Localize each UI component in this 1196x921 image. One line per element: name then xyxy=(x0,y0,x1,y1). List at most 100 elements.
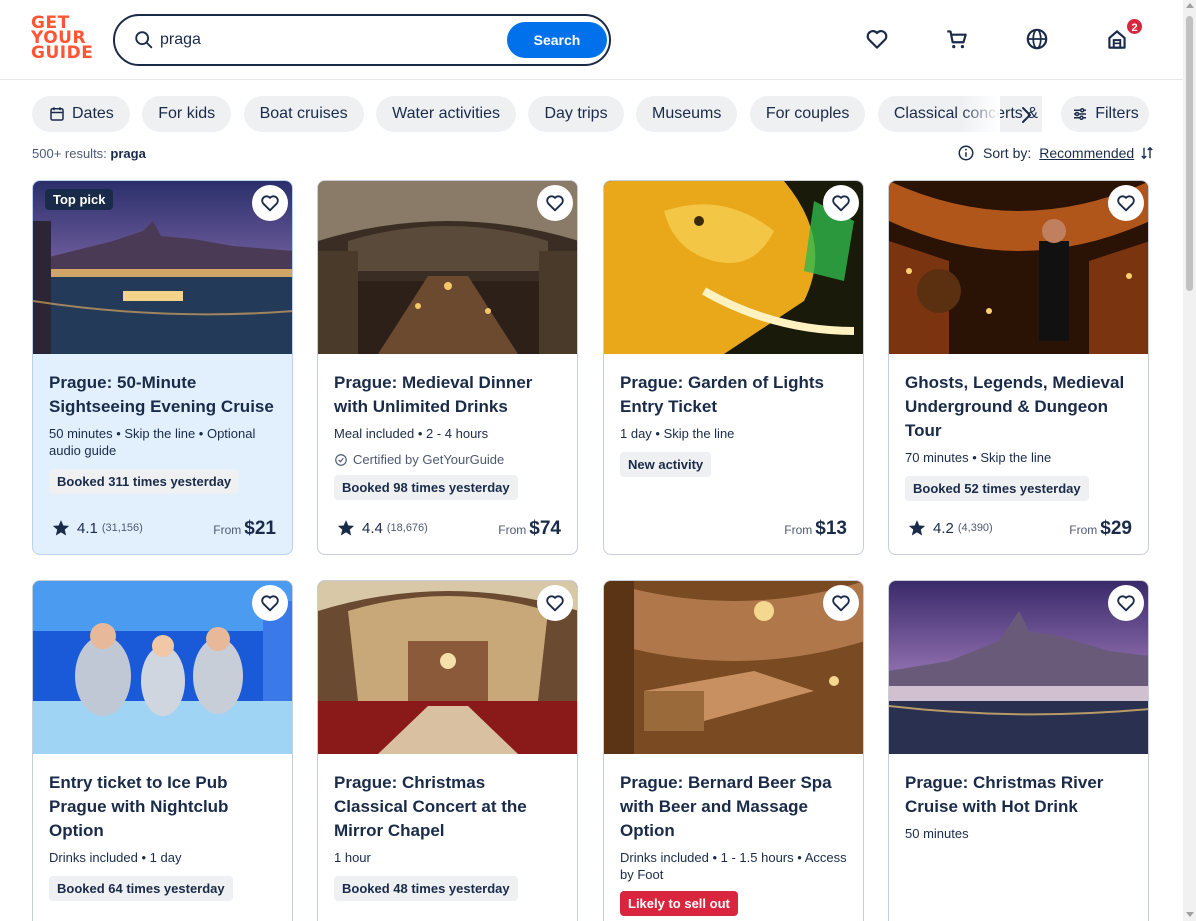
info-icon[interactable] xyxy=(957,144,975,162)
chip-label: For couples xyxy=(765,105,850,122)
wishlist-button[interactable] xyxy=(1108,585,1144,621)
review-count: (4,390) xyxy=(957,522,993,534)
search-button[interactable]: Search xyxy=(507,22,607,58)
wishlist-button[interactable] xyxy=(537,185,573,221)
card-meta: Drinks included • 1 - 1.5 hours • Access… xyxy=(620,850,847,882)
activity-card[interactable]: Prague: Medieval Dinner with Unlimited D… xyxy=(317,180,578,555)
activity-card[interactable]: Prague: Bernard Beer Spa with Beer and M… xyxy=(603,580,864,921)
heart-icon[interactable] xyxy=(864,26,890,52)
results-query: praga xyxy=(110,146,146,161)
rating-value: 4.2 xyxy=(933,519,954,537)
card-title[interactable]: Prague: Christmas River Cruise with Hot … xyxy=(905,771,1132,819)
chip-label: Museums xyxy=(652,105,722,122)
card-meta: 70 minutes • Skip the line xyxy=(905,450,1052,465)
sliders-icon xyxy=(1074,108,1087,120)
activity-card[interactable]: Entry ticket to Ice Pub Prague with Nigh… xyxy=(32,580,293,921)
card-rating: 4.2 (4,390) xyxy=(907,518,993,538)
heart-icon xyxy=(832,595,850,612)
card-meta: Meal included • 2 - 4 hours xyxy=(334,426,489,441)
booked-badge: Booked 98 times yesterday xyxy=(334,475,518,500)
card-title[interactable]: Prague: 50-Minute Sightseeing Evening Cr… xyxy=(49,371,276,419)
sort-value[interactable]: Recommended xyxy=(1039,145,1134,161)
heart-icon xyxy=(261,595,279,612)
scroll-up-arrow-icon[interactable] xyxy=(1186,3,1194,8)
chip-label: Dates xyxy=(72,105,114,122)
chip-water-activities[interactable]: Water activities xyxy=(376,96,516,132)
cart-icon[interactable] xyxy=(944,26,970,52)
heart-icon xyxy=(1117,195,1135,212)
scrollbar-thumb[interactable] xyxy=(1186,16,1193,291)
chip-dates[interactable]: Dates xyxy=(32,96,130,132)
certified-label: Certified by GetYourGuide xyxy=(334,452,561,467)
star-icon xyxy=(337,520,355,536)
chip-museums[interactable]: Museums xyxy=(636,96,738,132)
chip-for-couples[interactable]: For couples xyxy=(749,96,866,132)
chip-label: Water activities xyxy=(392,105,500,122)
cart-count-badge: 2 xyxy=(1125,17,1144,36)
calendar-icon xyxy=(50,107,64,121)
card-title[interactable]: Prague: Medieval Dinner with Unlimited D… xyxy=(334,371,561,419)
wishlist-button[interactable] xyxy=(252,585,288,621)
booked-badge: Booked 48 times yesterday xyxy=(334,876,518,901)
category-chips: Dates For kids Boat cruises Water activi… xyxy=(32,96,1042,132)
chips-fade xyxy=(960,96,1000,132)
price-value: $29 xyxy=(1100,518,1132,539)
results-count: 500+ results: praga xyxy=(32,146,146,161)
card-meta: 50 minutes • Skip the line • Optional au… xyxy=(49,426,256,458)
activity-card[interactable]: Top pick Prague: 50-Minute Sightseeing E… xyxy=(32,180,293,555)
booked-badge: Booked 52 times yesterday xyxy=(905,476,1089,501)
card-rating: 4.1 (31,156) xyxy=(51,518,143,538)
wishlist-button[interactable] xyxy=(252,185,288,221)
activity-card[interactable]: Prague: Garden of Lights Entry Ticket 1 … xyxy=(603,180,864,555)
activity-card[interactable]: Prague: Christmas River Cruise with Hot … xyxy=(888,580,1149,921)
card-title[interactable]: Prague: Garden of Lights Entry Ticket xyxy=(620,371,847,419)
activity-card[interactable]: Prague: Christmas Classical Concert at t… xyxy=(317,580,578,921)
card-rating: 4.4 (18,676) xyxy=(336,518,428,538)
likely-sell-out-badge: Likely to sell out xyxy=(620,891,738,916)
sort-label: Sort by: xyxy=(983,145,1032,161)
star-icon xyxy=(908,520,926,536)
booked-badge: Booked 311 times yesterday xyxy=(49,469,240,494)
scroll-down-arrow-icon[interactable] xyxy=(1186,912,1194,917)
card-meta: 50 minutes xyxy=(905,826,969,841)
search-bar: Search xyxy=(113,14,611,66)
rating-value: 4.1 xyxy=(77,519,98,537)
filters-button[interactable]: Filters xyxy=(1061,96,1149,132)
heart-icon xyxy=(832,195,850,212)
activity-card[interactable]: Ghosts, Legends, Medieval Underground & … xyxy=(888,180,1149,555)
results-count-text: 500+ results: xyxy=(32,146,107,161)
card-price: From $29 xyxy=(1069,518,1132,540)
card-title[interactable]: Entry ticket to Ice Pub Prague with Nigh… xyxy=(49,771,276,843)
card-title[interactable]: Prague: Bernard Beer Spa with Beer and M… xyxy=(620,771,847,843)
sort-arrows-icon xyxy=(1141,146,1153,160)
chevron-right-icon[interactable] xyxy=(1014,103,1038,127)
top-header: GET YOUR GUIDE Search 2 xyxy=(0,0,1183,80)
search-input[interactable] xyxy=(160,26,500,54)
card-meta: 1 day • Skip the line xyxy=(620,426,735,441)
heart-icon xyxy=(261,195,279,212)
chip-label: For kids xyxy=(158,105,216,122)
review-count: (31,156) xyxy=(101,522,143,534)
chip-for-kids[interactable]: For kids xyxy=(142,96,232,132)
card-meta: 1 hour xyxy=(334,850,371,865)
filters-label: Filters xyxy=(1095,105,1139,122)
card-meta: Drinks included • 1 day xyxy=(49,850,182,865)
logo-line: GUIDE xyxy=(31,43,94,63)
card-title[interactable]: Prague: Christmas Classical Concert at t… xyxy=(334,771,561,843)
wishlist-button[interactable] xyxy=(537,585,573,621)
heart-icon xyxy=(546,595,564,612)
search-icon xyxy=(135,31,153,49)
chip-boat-cruises[interactable]: Boat cruises xyxy=(243,96,364,132)
rating-value: 4.4 xyxy=(362,519,383,537)
globe-icon[interactable] xyxy=(1024,26,1050,52)
wishlist-button[interactable] xyxy=(823,185,859,221)
sort-control[interactable]: Sort by: Recommended xyxy=(957,144,1156,162)
price-value: $74 xyxy=(529,518,561,539)
card-title[interactable]: Ghosts, Legends, Medieval Underground & … xyxy=(905,371,1132,443)
chip-day-trips[interactable]: Day trips xyxy=(528,96,624,132)
chip-label: Day trips xyxy=(544,105,608,122)
wishlist-button[interactable] xyxy=(1108,185,1144,221)
getyourguide-logo[interactable]: GET YOUR GUIDE xyxy=(31,15,94,64)
price-value: $13 xyxy=(815,518,847,539)
wishlist-button[interactable] xyxy=(823,585,859,621)
